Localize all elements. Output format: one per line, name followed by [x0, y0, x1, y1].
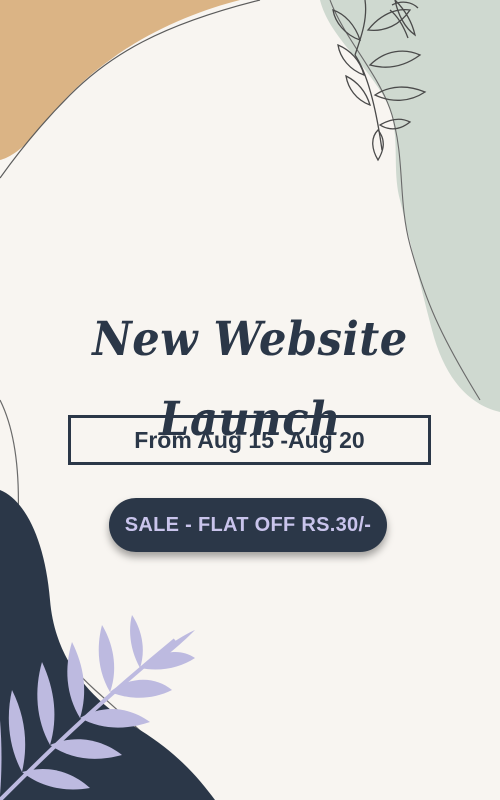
sale-text: SALE - FLAT OFF RS.30/- [124, 513, 372, 536]
poster: New Website Launch From Aug 15 -Aug 20 S… [0, 0, 500, 800]
tan-blob [0, 0, 240, 160]
date-range-box: From Aug 15 -Aug 20 [68, 415, 431, 465]
date-range-text: From Aug 15 -Aug 20 [134, 426, 365, 453]
sale-badge[interactable]: SALE - FLAT OFF RS.30/- [109, 498, 387, 552]
